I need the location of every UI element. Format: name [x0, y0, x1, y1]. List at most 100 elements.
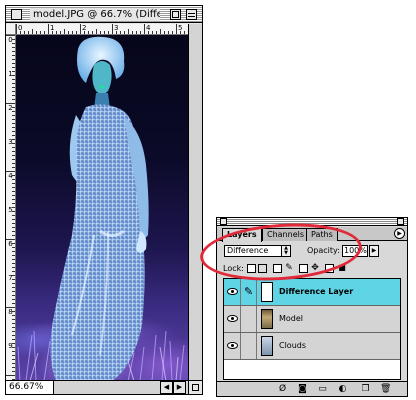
vertical-ruler[interactable]: 0 1 2 3 4 5 6 7 8 9: [6, 35, 16, 381]
ruler-tick: [12, 55, 15, 56]
tab-channels[interactable]: Channels: [262, 228, 310, 241]
palette-collapse-box-icon[interactable]: [397, 218, 404, 225]
visibility-toggle[interactable]: [224, 279, 241, 305]
lock-all-checkbox[interactable]: [325, 264, 334, 273]
ruler-tick: [136, 31, 137, 34]
zoom-level-field[interactable]: 66.67%: [6, 381, 54, 394]
ruler-tick: [12, 331, 15, 332]
ruler-tick: [36, 31, 37, 34]
layer-row-model[interactable]: Model: [224, 306, 400, 333]
document-title-bar[interactable]: model.JPG @ 66.7% (Difference: [6, 6, 202, 23]
ruler-tick: [12, 147, 15, 148]
visibility-toggle[interactable]: [224, 306, 241, 332]
visibility-toggle[interactable]: [224, 333, 241, 359]
layer-edit-indicator[interactable]: ✎: [241, 279, 257, 305]
trash-icon[interactable]: 🗑: [380, 384, 391, 394]
ruler-tick: [12, 219, 15, 220]
horizontal-ruler[interactable]: 0 1 2 3 4 5: [16, 24, 188, 35]
ruler-tick: [12, 131, 15, 132]
ruler-tick: [12, 143, 15, 144]
tab-paths[interactable]: Paths: [306, 228, 338, 241]
lock-image-checkbox[interactable]: [273, 264, 282, 273]
opacity-input[interactable]: 100%: [342, 245, 368, 257]
ruler-tick: [6, 35, 15, 36]
layer-link-indicator[interactable]: [241, 333, 257, 359]
new-layer-icon[interactable]: ❐: [360, 384, 371, 394]
ruler-tick: [168, 31, 169, 34]
ruler-tick: [12, 299, 15, 300]
horizontal-scrollbar[interactable]: 66.67% ◀ ▶: [6, 380, 202, 394]
ruler-tick: [12, 191, 15, 192]
ruler-tick: [12, 371, 15, 372]
ruler-tick: [12, 227, 15, 228]
palette-title-bar[interactable]: [217, 218, 407, 226]
ruler-tick: [96, 29, 97, 34]
collapse-box-icon[interactable]: [186, 9, 197, 20]
palette-menu-arrow-icon[interactable]: ▶: [394, 228, 405, 239]
ruler-tick: [12, 215, 15, 216]
ruler-tick: [12, 351, 15, 352]
ruler-tick: [12, 59, 15, 60]
ruler-tick: [44, 31, 45, 34]
ruler-tick: [12, 63, 15, 64]
new-set-icon[interactable]: ▭: [317, 384, 328, 394]
lock-transparency-checkbox[interactable]: [247, 264, 256, 273]
lock-label: Lock:: [223, 264, 244, 273]
ruler-tick: [12, 255, 15, 256]
resize-grow-box-icon[interactable]: [188, 380, 202, 394]
scroll-right-arrow-icon[interactable]: ▶: [173, 381, 186, 394]
close-box-icon[interactable]: [11, 9, 22, 20]
image-canvas[interactable]: [16, 35, 188, 381]
palette-close-box-icon[interactable]: [220, 218, 227, 225]
layer-row-difference[interactable]: ✎ Difference Layer: [224, 279, 400, 306]
layers-palette: Layers Channels Paths ▶ Difference ▲ ▼ Op…: [216, 217, 408, 397]
eye-icon: [227, 315, 238, 322]
ruler-tick: [52, 31, 53, 34]
ruler-tick: [12, 79, 15, 80]
ruler-tick: [12, 247, 15, 248]
add-mask-icon[interactable]: ◙: [297, 384, 308, 394]
ruler-tick: [12, 275, 15, 276]
ruler-tick: [12, 135, 15, 136]
ruler-tick: [128, 29, 129, 34]
ruler-tick: [112, 24, 113, 34]
tab-layers[interactable]: Layers: [222, 228, 262, 242]
blend-mode-select[interactable]: Difference ▲ ▼: [224, 245, 291, 257]
ruler-tick: [12, 327, 15, 328]
blend-mode-value: Difference: [227, 246, 269, 255]
ruler-tick: [12, 271, 15, 272]
ruler-tick: [92, 31, 93, 34]
padlock-icon: ■: [338, 263, 346, 272]
ruler-tick: [12, 139, 15, 140]
scroll-left-arrow-icon[interactable]: ◀: [160, 381, 173, 394]
layer-link-indicator[interactable]: [241, 306, 257, 332]
layer-style-icon[interactable]: Ø: [277, 384, 288, 394]
eye-icon: [227, 342, 238, 349]
vertical-scrollbar[interactable]: [188, 24, 202, 380]
layer-row-clouds[interactable]: Clouds: [224, 333, 400, 360]
ruler-tick: [12, 95, 15, 96]
ruler-tick: [12, 51, 15, 52]
ruler-tick: [12, 231, 15, 232]
ruler-tick: [12, 183, 15, 184]
ruler-tick: [6, 239, 15, 240]
ruler-tick: [12, 119, 15, 120]
eye-icon: [227, 288, 238, 295]
ruler-tick: [12, 195, 15, 196]
ruler-tick: [12, 111, 15, 112]
ruler-tick: [12, 47, 15, 48]
ruler-tick: [12, 203, 15, 204]
lock-position-checkbox[interactable]: [299, 264, 308, 273]
ruler-tick: [184, 31, 185, 34]
adjustment-layer-icon[interactable]: ◐: [337, 384, 348, 394]
ruler-tick: [12, 347, 15, 348]
ruler-tick: [160, 29, 161, 34]
opacity-slider-arrow-icon[interactable]: ▶: [369, 245, 379, 257]
ruler-tick: [12, 359, 15, 360]
layers-list: ✎ Difference Layer Model Clouds: [223, 278, 401, 380]
ruler-tick: [12, 107, 15, 108]
ruler-origin[interactable]: [6, 24, 16, 35]
ruler-tick: [12, 187, 15, 188]
ruler-tick: [12, 199, 15, 200]
zoom-box-icon[interactable]: [170, 9, 181, 20]
